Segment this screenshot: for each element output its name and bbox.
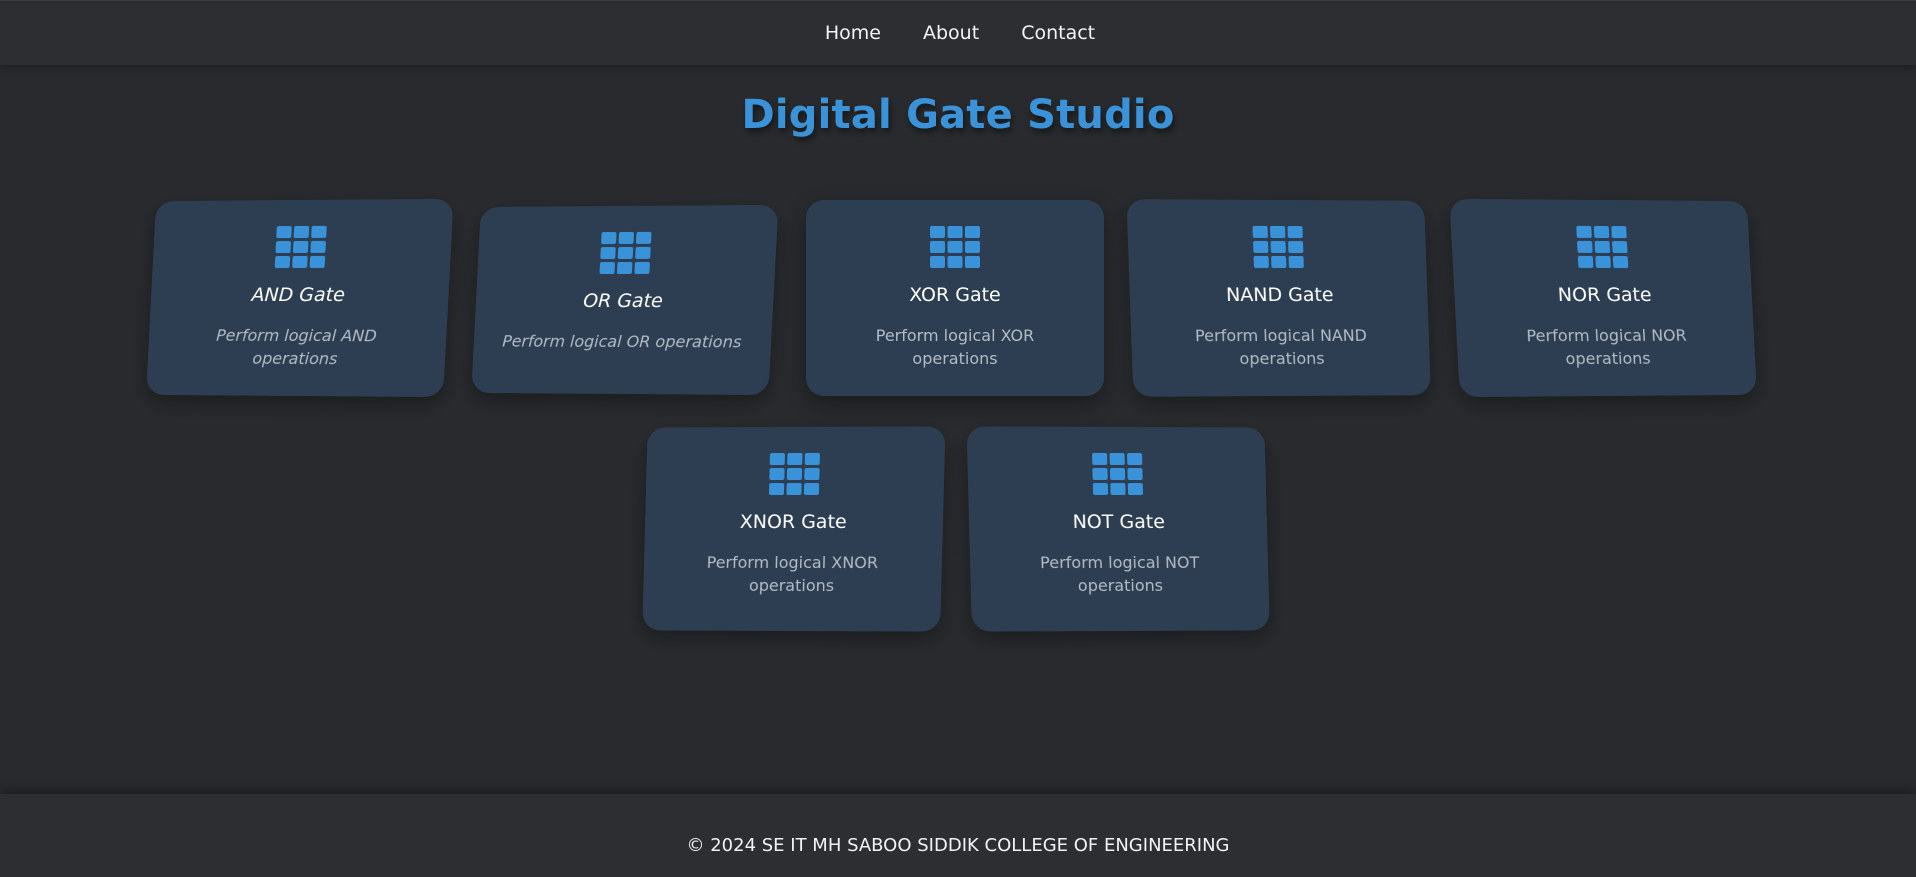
card-title: OR Gate: [582, 289, 664, 313]
grid-icon: [930, 226, 980, 268]
card-description: Perform logical XOR operations: [875, 326, 1035, 368]
card-description: Perform logical NAND operations: [1194, 325, 1368, 369]
card-xnor-gate[interactable]: XNOR Gate Perform logical XNOR operation…: [642, 426, 946, 632]
card-or-gate[interactable]: OR Gate Perform logical OR operations: [471, 204, 779, 396]
card-xor-gate[interactable]: XOR Gate Perform logical XOR operations: [806, 200, 1104, 396]
grid-icon: [599, 231, 652, 275]
card-title: XNOR Gate: [739, 510, 848, 534]
card-and-gate[interactable]: AND Gate Perform logical AND operations: [146, 198, 454, 398]
footer-copyright: © 2024 SE IT MH SABOO SIDDIK COLLEGE OF …: [686, 835, 1230, 856]
nav-link-about[interactable]: About: [923, 22, 979, 44]
card-description: Perform logical NOR operations: [1525, 325, 1688, 369]
nav-link-home[interactable]: Home: [825, 22, 881, 44]
card-title: NOT Gate: [1072, 510, 1166, 534]
grid-icon: [1091, 452, 1144, 496]
card-description: Perform logical NOT operations: [1039, 552, 1200, 596]
card-description: Perform logical AND operations: [215, 325, 378, 369]
grid-icon: [1576, 225, 1629, 269]
card-title: NAND Gate: [1225, 283, 1334, 307]
grid-icon: [275, 225, 326, 269]
card-title: AND Gate: [251, 283, 346, 307]
grid-icon: [1252, 225, 1304, 269]
page-footer: © 2024 SE IT MH SABOO SIDDIK COLLEGE OF …: [0, 794, 1916, 877]
page-title: Digital Gate Studio: [741, 92, 1175, 138]
card-nor-gate[interactable]: NOR Gate Perform logical NOR operations: [1449, 198, 1757, 398]
card-description: Perform logical XNOR operations: [706, 552, 879, 596]
card-nand-gate[interactable]: NAND Gate Perform logical NAND operation…: [1126, 199, 1431, 397]
grid-icon: [769, 452, 820, 496]
card-title: XOR Gate: [909, 284, 1001, 306]
card-not-gate[interactable]: NOT Gate Perform logical NOT operations: [966, 426, 1270, 632]
card-title: NOR Gate: [1557, 283, 1653, 307]
nav-link-contact[interactable]: Contact: [1021, 22, 1095, 44]
card-description: Perform logical OR operations: [501, 331, 742, 352]
top-navbar: Home About Contact: [0, 0, 1916, 65]
